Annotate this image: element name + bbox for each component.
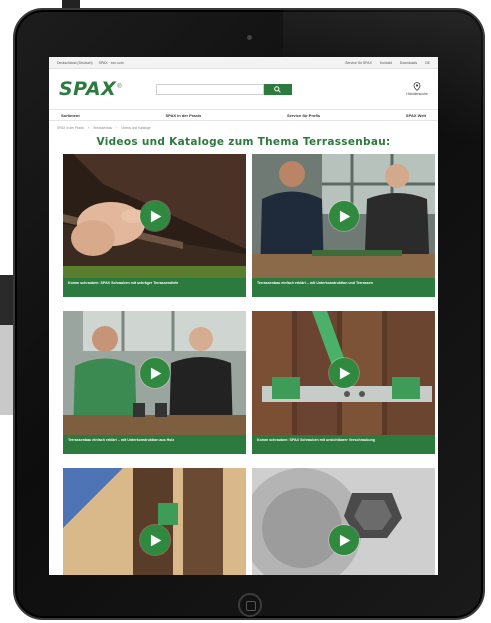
video-card[interactable]: Terrassenbau einfach erklärt – mit Unter… xyxy=(63,311,246,454)
background-object-left xyxy=(0,275,14,325)
video-caption: Komm schrauben: SPAX Schrauben mit unsic… xyxy=(252,435,435,454)
video-caption: Terrassenbau einfach erklärt – mit Unter… xyxy=(63,435,246,454)
dealer-finder[interactable]: Händlersuche xyxy=(406,82,428,96)
spax-logo[interactable]: SPAX ® xyxy=(59,78,122,100)
video-thumbnail[interactable] xyxy=(252,311,435,435)
breadcrumb-separator: › xyxy=(116,126,118,130)
nav-item-sortiment[interactable]: Sortiment xyxy=(61,113,80,118)
location-pin-icon xyxy=(413,82,421,91)
background-object-gray xyxy=(0,325,14,415)
search-input[interactable] xyxy=(155,83,264,95)
video-thumbnail[interactable] xyxy=(252,468,435,575)
tablet-screen: Deutschland (Deutsch) SPAX · xxx.com Ser… xyxy=(49,57,438,575)
video-grid: Komm schrauben: SPAX Schrauben mit schrä… xyxy=(49,154,438,575)
video-caption: Terrassenbau einfach erklärt – mit Unter… xyxy=(252,278,435,297)
play-button[interactable] xyxy=(328,201,359,231)
nav-item-praxis[interactable]: SPAX in der Praxis xyxy=(165,113,201,118)
video-card[interactable] xyxy=(252,468,435,575)
play-button[interactable] xyxy=(139,358,170,388)
video-card[interactable] xyxy=(63,468,246,575)
play-icon xyxy=(339,534,351,546)
utility-link-service[interactable]: Service für SPAX xyxy=(345,61,372,65)
site-header: SPAX ® Händlersuche xyxy=(49,69,438,109)
play-icon xyxy=(150,367,162,379)
thumbnail-image-deck-boards xyxy=(63,468,246,575)
breadcrumb-item-current: Videos und Kataloge xyxy=(121,126,151,130)
nav-item-welt[interactable]: SPAX Welt xyxy=(406,113,426,118)
tablet-camera xyxy=(247,35,252,40)
video-card[interactable]: Komm schrauben: SPAX Schrauben mit schrä… xyxy=(63,154,246,297)
utility-link-country[interactable]: Deutschland (Deutsch) xyxy=(57,61,93,65)
utility-link-site[interactable]: SPAX · xxx.com xyxy=(99,61,124,65)
play-button[interactable] xyxy=(139,201,170,231)
video-card[interactable]: Terrassenbau einfach erklärt – mit Unter… xyxy=(252,154,435,297)
play-button[interactable] xyxy=(328,358,359,388)
video-thumbnail[interactable] xyxy=(63,468,246,575)
utility-link-downloads[interactable]: Downloads xyxy=(400,61,417,65)
home-button[interactable] xyxy=(238,593,262,617)
language-selector[interactable]: DE xyxy=(425,61,430,65)
page-title: Videos und Kataloge zum Thema Terrassenb… xyxy=(96,136,391,148)
play-icon xyxy=(150,534,162,546)
utility-bar: Deutschland (Deutsch) SPAX · xxx.com Ser… xyxy=(49,57,438,69)
utility-link-contact[interactable]: Kontakt xyxy=(380,61,392,65)
breadcrumb-separator: › xyxy=(87,126,89,130)
main-navigation: Sortiment SPAX in der Praxis Service für… xyxy=(49,109,438,121)
breadcrumb-item[interactable]: Terrassenbau xyxy=(93,126,112,130)
search-icon xyxy=(274,85,281,93)
video-thumbnail[interactable] xyxy=(63,311,246,435)
dealer-finder-label: Händlersuche xyxy=(406,92,428,96)
video-thumbnail[interactable] xyxy=(252,154,435,278)
play-button[interactable] xyxy=(139,525,170,555)
play-icon xyxy=(339,210,351,222)
search-bar xyxy=(155,83,292,95)
logo-wordmark: SPAX xyxy=(59,78,117,100)
play-icon xyxy=(150,210,162,222)
breadcrumb: SPAX in der Praxis › Terrassenbau › Vide… xyxy=(49,123,438,133)
search-button[interactable] xyxy=(263,83,292,95)
play-button[interactable] xyxy=(328,525,359,555)
play-icon xyxy=(339,367,351,379)
breadcrumb-item[interactable]: SPAX in der Praxis xyxy=(57,126,84,130)
video-thumbnail[interactable] xyxy=(63,154,246,278)
logo-registered-mark: ® xyxy=(117,84,122,90)
thumbnail-image-screw-head xyxy=(252,468,435,575)
video-card[interactable]: Komm schrauben: SPAX Schrauben mit unsic… xyxy=(252,311,435,454)
photo-scene: Deutschland (Deutsch) SPAX · xxx.com Ser… xyxy=(0,0,491,623)
nav-item-service[interactable]: Service für Profis xyxy=(287,113,320,118)
video-caption: Komm schrauben: SPAX Schrauben mit schrä… xyxy=(63,278,246,297)
